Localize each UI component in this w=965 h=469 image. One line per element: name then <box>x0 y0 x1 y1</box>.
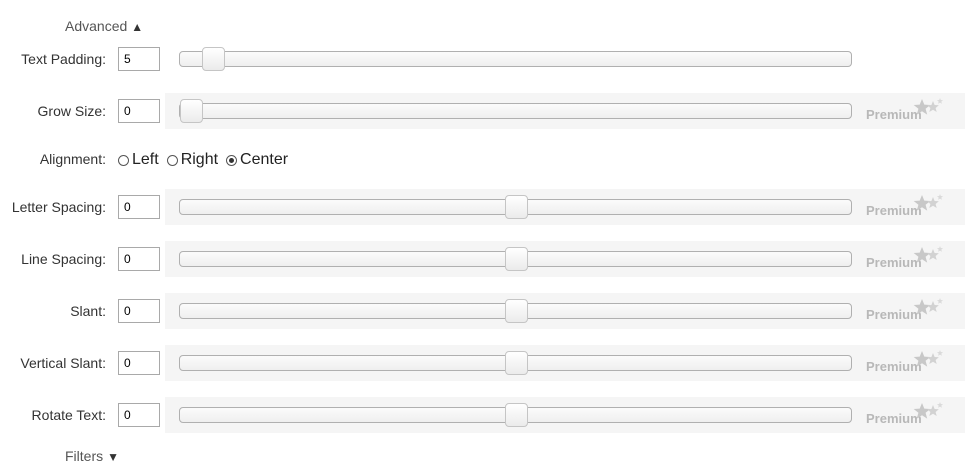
collapse-arrow-icon: ▲ <box>131 20 144 34</box>
grow-size-slider-handle[interactable] <box>180 99 203 123</box>
text-padding-input[interactable] <box>118 47 160 71</box>
vertical-slant-label: Vertical Slant: <box>20 355 106 371</box>
stars-icon <box>913 298 943 315</box>
alignment-center-label: Center <box>240 151 289 168</box>
stars-icon <box>913 194 943 211</box>
slant-input[interactable] <box>118 299 160 323</box>
radio-center[interactable] <box>226 154 238 166</box>
line-spacing-label: Line Spacing: <box>21 251 106 267</box>
vertical-slant-slider-handle[interactable] <box>504 351 528 375</box>
vertical-slant-slider[interactable] <box>179 351 852 375</box>
filters-toggle[interactable]: Filters ▼ <box>65 448 119 464</box>
letter-spacing-label: Letter Spacing: <box>11 199 106 215</box>
stars-icon <box>913 350 943 367</box>
alignment-radio-group: Left Right Center <box>118 150 296 170</box>
line-spacing-slider[interactable] <box>179 247 852 271</box>
alignment-left-label: Left <box>132 151 159 168</box>
radio-left[interactable] <box>118 154 129 166</box>
alignment-center-option[interactable]: Center <box>226 151 288 169</box>
letter-spacing-slider[interactable] <box>179 195 852 219</box>
rotate-text-slider[interactable] <box>179 403 852 427</box>
alignment-right-option[interactable]: Right <box>166 151 219 169</box>
stars-icon <box>913 98 943 115</box>
text-padding-slider-handle[interactable] <box>201 47 225 71</box>
alignment-left-option[interactable]: Left <box>118 151 159 169</box>
text-padding-label: Text Padding: <box>21 51 106 67</box>
advanced-text-settings-panel: Advanced▲ Text Padding:Grow Size:Premium… <box>0 0 965 469</box>
slant-label: Slant: <box>70 303 106 319</box>
stars-icon <box>913 246 943 263</box>
rotate-text-slider-handle[interactable] <box>504 403 528 427</box>
slant-slider[interactable] <box>179 299 852 323</box>
grow-size-input[interactable] <box>118 99 160 123</box>
filters-toggle-label: Filters <box>65 448 104 464</box>
grow-size-label: Grow Size: <box>37 103 106 119</box>
advanced-toggle-label: Advanced <box>65 18 128 34</box>
stars-icon <box>913 402 943 419</box>
alignment-right-label: Right <box>180 151 219 168</box>
letter-spacing-slider-handle[interactable] <box>504 195 528 219</box>
text-padding-slider[interactable] <box>179 47 852 71</box>
line-spacing-slider-handle[interactable] <box>504 247 528 271</box>
rotate-text-label: Rotate Text: <box>31 407 106 423</box>
vertical-slant-input[interactable] <box>118 351 160 375</box>
letter-spacing-input[interactable] <box>118 195 160 219</box>
expand-arrow-icon: ▼ <box>107 450 120 464</box>
advanced-toggle[interactable]: Advanced ▲ <box>65 18 143 34</box>
alignment-label: Alignment: <box>39 151 106 167</box>
grow-size-slider[interactable] <box>179 99 852 123</box>
radio-right[interactable] <box>166 154 178 166</box>
slant-slider-handle[interactable] <box>504 299 528 323</box>
rotate-text-input[interactable] <box>118 403 160 427</box>
line-spacing-input[interactable] <box>118 247 160 271</box>
